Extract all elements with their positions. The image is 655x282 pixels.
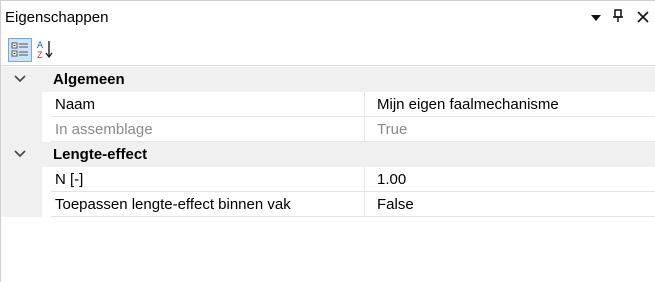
pin-icon[interactable] [608,7,628,29]
property-row[interactable]: In assemblage True [1,117,655,142]
categorized-view-icon[interactable] [8,38,32,62]
panel-title: Eigenschappen [5,9,109,26]
close-icon[interactable] [633,7,653,29]
row-margin [1,167,42,192]
row-margin [1,117,42,142]
svg-text:A: A [37,40,43,50]
property-row[interactable]: Naam Mijn eigen faalmechanisme [1,92,655,117]
property-name: In assemblage [51,117,365,142]
svg-text:Z: Z [37,50,43,60]
property-value: True [365,117,655,142]
property-row[interactable]: N [-] 1.00 [1,167,655,192]
panel-toolbar: A Z [1,35,655,66]
properties-panel: Eigenschappen A Z Algemeen Naam Mijn eig… [0,0,655,282]
category-row-lengte-effect[interactable]: Lengte-effect [1,142,655,167]
category-label: Lengte-effect [53,146,148,163]
row-margin [1,192,42,217]
property-name: Toepassen lengte-effect binnen vak [51,192,365,217]
row-margin [1,92,42,117]
property-row[interactable]: Toepassen lengte-effect binnen vak False [1,192,655,217]
alphabetical-sort-icon[interactable]: A Z [34,38,58,62]
property-value[interactable]: Mijn eigen faalmechanisme [365,92,655,117]
chevron-down-icon[interactable] [14,149,26,159]
category-row-algemeen[interactable]: Algemeen [1,67,655,92]
property-value[interactable]: False [365,192,655,217]
panel-titlebar: Eigenschappen [1,1,655,35]
chevron-down-icon[interactable] [14,74,26,84]
triangle-down-icon[interactable] [586,7,606,29]
category-label: Algemeen [53,71,125,88]
property-name: Naam [51,92,365,117]
property-name: N [-] [51,167,365,192]
property-value[interactable]: 1.00 [365,167,655,192]
